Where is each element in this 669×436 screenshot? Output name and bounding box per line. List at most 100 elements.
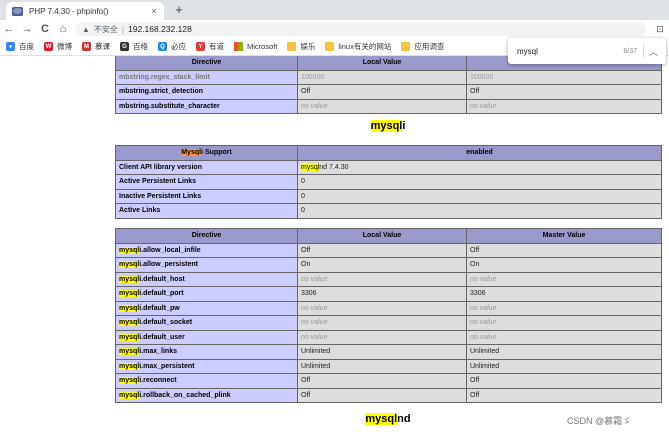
tab-strip: PHP 7.4.30 - phpinfo() × + (0, 0, 669, 20)
support-header: Mysqli Support (115, 145, 298, 161)
directive-name: mbstring.substitute_character (115, 98, 298, 114)
url-text[interactable]: 192.168.232.128 (128, 24, 192, 34)
bookmark-label: 必应 (171, 42, 186, 51)
search-highlight: mysql (301, 163, 320, 171)
mysqli-heading[interactable]: mysqli (115, 120, 661, 132)
bookmark-item[interactable]: Microsoft (234, 42, 277, 51)
bookmark-item[interactable]: 应用调查 (401, 41, 444, 52)
table-row: mysqli.reconnect Off Off (115, 373, 662, 389)
tab-close-icon[interactable]: × (148, 6, 160, 16)
table-row: mysqli.max_links Unlimited Unlimited (115, 344, 662, 360)
bookmark-label: 应用调查 (414, 42, 445, 51)
info-name: Client API library version (115, 159, 298, 175)
info-value-rest: nd 7.4.30 (319, 163, 349, 171)
local-value: Off (297, 387, 467, 403)
support-status: enabled (297, 145, 662, 161)
local-value: Off (297, 242, 467, 258)
table-row: mbstring.strict_detection Off Off (115, 84, 662, 100)
bookmark-favicon-icon: M (82, 42, 91, 51)
search-highlight: mysql (119, 348, 140, 356)
local-value: On (297, 257, 467, 273)
search-highlight: mysql (119, 333, 140, 341)
home-button[interactable]: ⌂ (56, 22, 70, 36)
master-value: no value (466, 98, 662, 114)
new-tab-button[interactable]: + (171, 3, 187, 17)
back-button[interactable]: ← (2, 22, 16, 36)
bookmark-item[interactable]: G 百络 (120, 41, 148, 52)
reload-button[interactable]: C (38, 22, 52, 36)
find-input[interactable]: mysql (517, 47, 623, 56)
mbstring-directive-table: Directive Local Value Master Value mbstr… (115, 56, 662, 114)
table-row: mysqli.default_pw no value no value (115, 300, 662, 316)
bookmark-item[interactable]: Y 有道 (196, 41, 224, 52)
table-row: mysqli.default_user no value no value (115, 329, 662, 345)
table-row: mysqli.default_socket no value no value (115, 315, 662, 331)
tab-title: PHP 7.4.30 - phpinfo() (29, 6, 109, 16)
col-local-value: Local Value (297, 228, 467, 244)
local-value: no value (297, 300, 467, 316)
bookmark-favicon-icon: Q (158, 42, 167, 51)
php-favicon-icon (12, 6, 23, 16)
col-local-value: Local Value (297, 56, 467, 71)
bookmark-item[interactable]: linux有关的网站 (325, 41, 391, 52)
directive-name: mysqli.reconnect (115, 373, 298, 389)
master-value: Unlimited (466, 344, 662, 360)
insecure-label: 不安全 (93, 24, 118, 34)
master-value: Off (466, 387, 662, 403)
search-highlight: mysql (119, 261, 140, 269)
bookmark-item[interactable]: M 慕课 (82, 41, 110, 52)
bookmark-item[interactable]: Q 必应 (158, 41, 186, 52)
directive-name: mysqli.default_host (115, 271, 298, 287)
search-highlight: mysql (119, 304, 140, 312)
bookmark-label: 百络 (133, 42, 148, 51)
address-bar[interactable]: ▲ 不安全 | 192.168.232.128 (76, 22, 646, 36)
master-value: Off (466, 84, 662, 100)
find-divider (642, 44, 644, 58)
heading-suffix: i (402, 120, 406, 132)
directive-name: mysqli.default_socket (115, 315, 298, 331)
local-value: Off (297, 373, 467, 389)
local-value: Unlimited (297, 344, 467, 360)
extension-icon[interactable]: ⊡ (654, 23, 666, 35)
table-row: Client API library version mysqlnd 7.4.3… (115, 159, 662, 175)
master-value: 100000 (466, 69, 662, 85)
directive-name: mysqli.default_port (115, 286, 298, 302)
info-name: Active Links (115, 203, 298, 219)
bookmark-item[interactable]: W 微博 (44, 41, 72, 52)
directive-name-rest: i.default_pw (139, 304, 180, 312)
folder-icon (287, 42, 297, 51)
table-row: Active Links 0 (115, 203, 662, 219)
master-value: Off (466, 373, 662, 389)
table-row: mysqli.allow_local_infile Off Off (115, 242, 662, 258)
master-value: no value (466, 300, 662, 316)
folder-icon (325, 42, 335, 51)
directive-name-rest: i.max_persistent (139, 362, 195, 370)
table-row: mysqli.default_port 3306 3306 (115, 286, 662, 302)
bookmark-label: 百度 (19, 42, 34, 51)
csdn-watermark: CSDN @慕霜ゞ (567, 416, 632, 426)
directive-name: mbstring.regex_stack_limit (115, 69, 298, 85)
local-value: Off (297, 84, 467, 100)
bookmark-label: 微博 (57, 42, 72, 51)
directive-name-rest: i.allow_persistent (139, 261, 198, 269)
directive-name: mysqli.allow_local_infile (115, 242, 298, 258)
local-value: no value (297, 315, 467, 331)
bookmark-item[interactable]: ● 百度 (6, 41, 34, 52)
directive-name-rest: i.default_host (139, 275, 185, 283)
forward-button[interactable]: → (20, 22, 34, 36)
search-highlight: mysql (119, 319, 140, 327)
warning-icon[interactable]: ▲ (82, 25, 90, 34)
tab-phpinfo[interactable]: PHP 7.4.30 - phpinfo() × (6, 2, 164, 20)
search-highlight: mysql (370, 120, 403, 132)
search-highlight: mysql (119, 275, 140, 283)
bookmark-label: Microsoft (247, 42, 278, 51)
table-row: mysqli.default_host no value no value (115, 271, 662, 287)
local-value: no value (297, 329, 467, 345)
col-directive: Directive (115, 228, 298, 244)
master-value: Unlimited (466, 358, 662, 374)
bookmark-item[interactable]: 娱乐 (287, 41, 315, 52)
find-previous-icon[interactable]: ︿ (649, 45, 658, 58)
find-match-count: 6/37 (623, 47, 637, 55)
local-value: Unlimited (297, 358, 467, 374)
directive-name: mysqli.default_user (115, 329, 298, 345)
